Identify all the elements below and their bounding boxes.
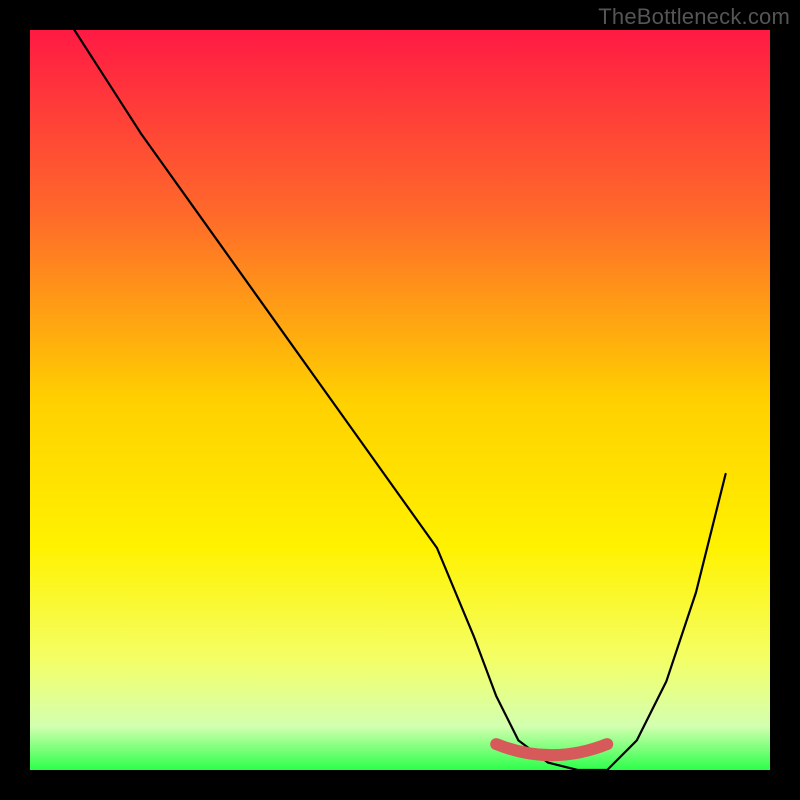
plot-background (30, 30, 770, 770)
chart-container: TheBottleneck.com (0, 0, 800, 800)
watermark-text: TheBottleneck.com (598, 4, 790, 30)
bottleneck-chart (0, 0, 800, 800)
